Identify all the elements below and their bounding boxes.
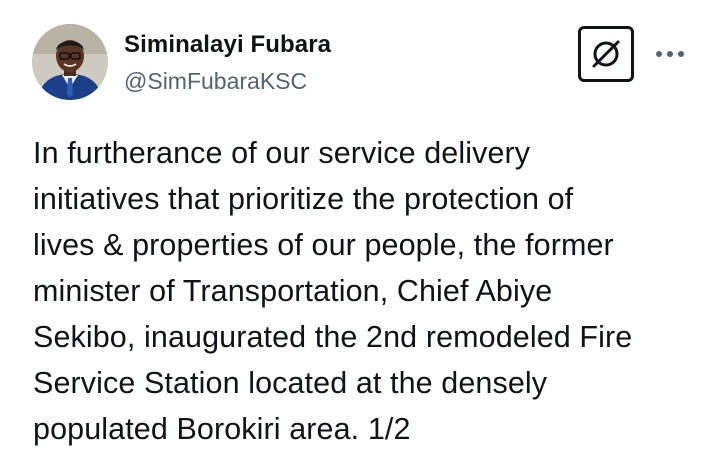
tweet-text: In furtherance of our service delivery i… xyxy=(33,136,633,446)
display-name[interactable]: Siminalayi Fubara xyxy=(124,30,331,60)
avatar[interactable] xyxy=(32,24,108,100)
tweet-card: Siminalayi Fubara @SimFubaraKSC In furth… xyxy=(0,0,720,461)
more-options-button[interactable] xyxy=(652,36,688,72)
grok-button[interactable] xyxy=(578,26,634,82)
author-info: Siminalayi Fubara @SimFubaraKSC xyxy=(124,30,331,96)
user-handle[interactable]: @SimFubaraKSC xyxy=(124,66,331,96)
profile-photo-icon xyxy=(32,24,108,100)
more-horizontal-icon xyxy=(656,51,684,57)
grok-icon xyxy=(592,40,620,68)
